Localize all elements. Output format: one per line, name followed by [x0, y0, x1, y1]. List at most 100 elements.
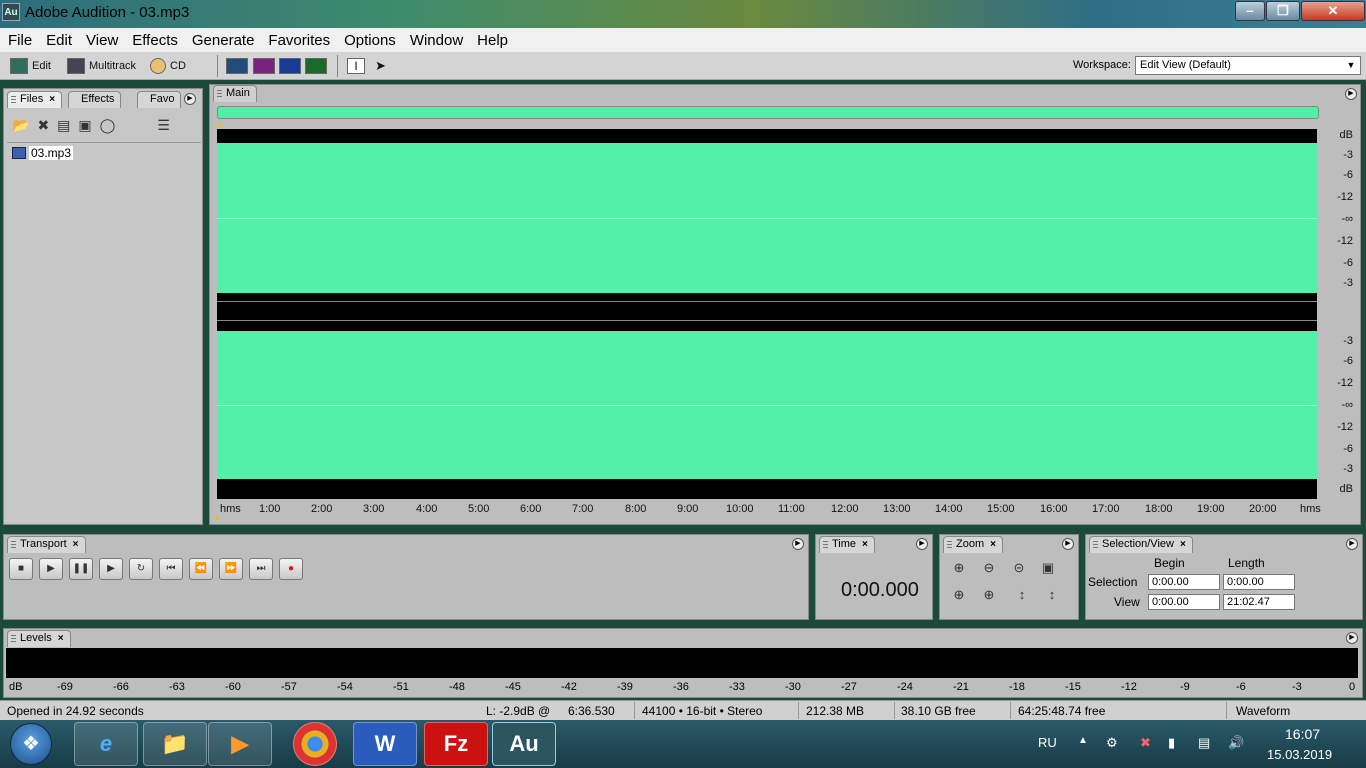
level-meter-scale: dB -69 -66 -63 -60 -57 -54 -51 -48 -45 -…: [6, 681, 1358, 695]
chrome-icon[interactable]: [293, 722, 337, 766]
clock-time[interactable]: 16:07: [1285, 726, 1320, 742]
right-channel-waveform[interactable]: [217, 321, 1317, 499]
language-indicator[interactable]: RU: [1038, 735, 1057, 750]
edit-view-button[interactable]: Edit: [10, 56, 51, 76]
start-button[interactable]: ❖: [10, 723, 52, 765]
spectral-pan-button[interactable]: [279, 56, 301, 76]
menu-edit[interactable]: Edit: [39, 32, 79, 49]
view-begin-field[interactable]: 0:00.00: [1148, 594, 1220, 610]
multitrack-view-button[interactable]: Multitrack: [67, 56, 136, 76]
insert-cd-icon[interactable]: ▣: [78, 117, 91, 134]
status-bar: Opened in 24.92 seconds L: -2.9dB @ 6:36…: [0, 700, 1366, 720]
close-icon[interactable]: ×: [862, 539, 868, 550]
panel-menu-icon[interactable]: ▶: [916, 538, 928, 550]
close-button[interactable]: ✕: [1301, 1, 1365, 21]
tab-effects[interactable]: Effects: [68, 91, 122, 108]
play-to-end-button[interactable]: ▶: [99, 558, 123, 580]
go-to-start-button[interactable]: ⏮: [159, 558, 183, 580]
menu-effects[interactable]: Effects: [125, 32, 185, 49]
panel-menu-icon[interactable]: ▶: [792, 538, 804, 550]
go-to-end-button[interactable]: ⏭: [249, 558, 273, 580]
menu-options[interactable]: Options: [337, 32, 403, 49]
loop-button[interactable]: ↻: [129, 558, 153, 580]
waveform-overview-bar[interactable]: [217, 106, 1319, 119]
panel-menu-icon[interactable]: ▶: [1346, 538, 1358, 550]
time-selection-tool[interactable]: I: [347, 56, 365, 76]
file-explorer-icon[interactable]: 📁: [143, 722, 207, 766]
media-player-icon[interactable]: ▶: [208, 722, 272, 766]
close-icon[interactable]: ×: [49, 94, 55, 105]
view-length-field[interactable]: 21:02.47: [1223, 594, 1295, 610]
close-file-icon[interactable]: ✖: [37, 117, 49, 134]
zoom-out-horizontal-icon[interactable]: ⊖: [979, 560, 999, 578]
tab-files-label: Files: [20, 93, 44, 105]
tab-levels[interactable]: Levels ×: [7, 630, 71, 647]
internet-explorer-icon[interactable]: e: [74, 722, 138, 766]
spectral-display-button[interactable]: [253, 56, 275, 76]
zoom-right-edge-icon[interactable]: ⊕: [979, 587, 999, 605]
time-ruler[interactable]: hms 1:00 2:00 3:00 4:00 5:00 6:00 7:00 8…: [217, 499, 1359, 519]
maximize-button[interactable]: ❐: [1266, 1, 1300, 21]
zoom-out-vertical-icon[interactable]: ↕: [1042, 587, 1062, 605]
word-icon[interactable]: W: [353, 722, 417, 766]
network-sync-icon[interactable]: ⚙: [1106, 735, 1118, 751]
stop-button[interactable]: ■: [9, 558, 33, 580]
tab-zoom[interactable]: Zoom ×: [943, 536, 1003, 553]
waveform-display[interactable]: [217, 129, 1317, 499]
zoom-selection-icon[interactable]: ▣: [1038, 560, 1058, 578]
tab-transport[interactable]: Transport ×: [7, 536, 86, 553]
tab-main[interactable]: Main: [213, 85, 257, 102]
menu-file[interactable]: File: [1, 32, 39, 49]
title-bar: Au Adobe Audition - 03.mp3 – ❐ ✕: [0, 0, 1366, 28]
zoom-in-horizontal-icon[interactable]: ⊕: [949, 560, 969, 578]
close-icon[interactable]: ×: [73, 539, 79, 550]
close-icon[interactable]: ×: [990, 539, 996, 550]
menu-view[interactable]: View: [79, 32, 125, 49]
close-icon[interactable]: ×: [58, 633, 64, 644]
play-button[interactable]: ▶: [39, 558, 63, 580]
waveform-display-button[interactable]: [226, 56, 248, 76]
show-options-icon[interactable]: ☰: [157, 117, 170, 134]
workspace-select[interactable]: Edit View (Default) ▼: [1135, 56, 1361, 75]
tab-time[interactable]: Time ×: [819, 536, 875, 553]
cd-view-button[interactable]: CD: [150, 56, 186, 76]
edit-file-icon[interactable]: ◯: [100, 117, 116, 134]
tab-files[interactable]: Files ×: [7, 91, 63, 108]
tab-favorites[interactable]: Favo: [137, 91, 182, 108]
signal-icon[interactable]: ▤: [1198, 735, 1210, 751]
volume-icon[interactable]: 🔊: [1228, 735, 1244, 751]
clock-date[interactable]: 15.03.2019: [1267, 747, 1332, 762]
pause-button[interactable]: ❚❚: [69, 558, 93, 580]
panel-menu-icon[interactable]: ▶: [1346, 632, 1358, 644]
marquee-tool[interactable]: ➤: [375, 56, 393, 76]
selection-begin-field[interactable]: 0:00.00: [1148, 574, 1220, 590]
insert-multitrack-icon[interactable]: ▤: [57, 117, 70, 134]
filezilla-icon[interactable]: Fz: [424, 722, 488, 766]
panel-menu-icon[interactable]: ▶: [184, 93, 196, 105]
list-item[interactable]: 03.mp3: [12, 146, 74, 160]
left-channel-waveform[interactable]: [217, 129, 1317, 313]
tab-selection-view[interactable]: Selection/View ×: [1089, 536, 1193, 553]
menu-window[interactable]: Window: [403, 32, 470, 49]
menu-generate[interactable]: Generate: [185, 32, 262, 49]
menu-help[interactable]: Help: [470, 32, 515, 49]
zoom-out-full-icon[interactable]: ⊝: [1009, 560, 1029, 578]
rewind-button[interactable]: ⏪: [189, 558, 213, 580]
show-hidden-icons-icon[interactable]: ▲: [1078, 735, 1088, 746]
selection-length-field[interactable]: 0:00.00: [1223, 574, 1295, 590]
minimize-button[interactable]: –: [1235, 1, 1265, 21]
record-button[interactable]: ●: [279, 558, 303, 580]
phase-display-button[interactable]: [305, 56, 327, 76]
menu-favorites[interactable]: Favorites: [261, 32, 337, 49]
audition-taskbar-icon[interactable]: Au: [492, 722, 556, 766]
panel-menu-icon[interactable]: ▶: [1062, 538, 1074, 550]
network-error-icon[interactable]: ✖: [1140, 735, 1151, 751]
fast-forward-button[interactable]: ⏩: [219, 558, 243, 580]
time-tick: 20:00: [1249, 503, 1277, 515]
panel-menu-icon[interactable]: ▶: [1345, 88, 1357, 100]
battery-icon[interactable]: ▮: [1168, 735, 1175, 751]
close-icon[interactable]: ×: [1180, 539, 1186, 550]
zoom-in-vertical-icon[interactable]: ↕: [1012, 587, 1032, 605]
open-file-icon[interactable]: 📂: [12, 117, 29, 134]
zoom-left-edge-icon[interactable]: ⊕: [949, 587, 969, 605]
